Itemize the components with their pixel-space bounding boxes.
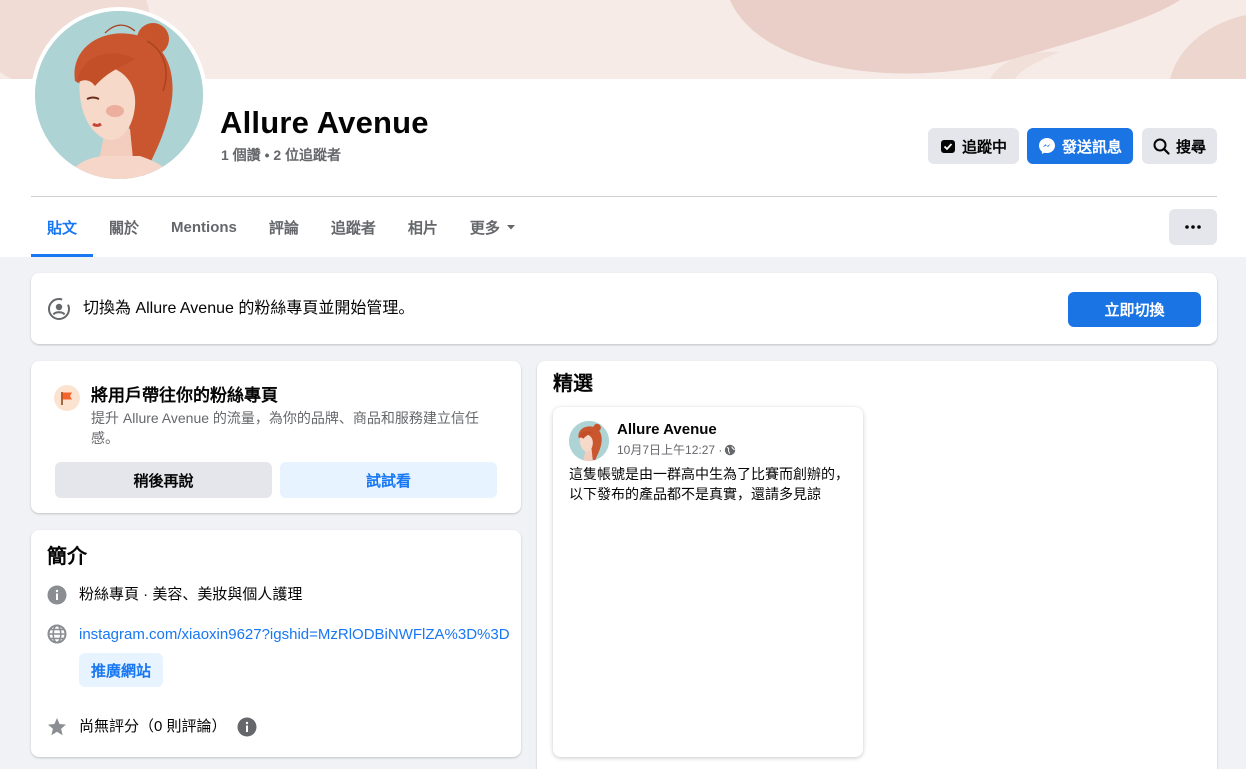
- messenger-icon: [1038, 138, 1055, 154]
- search-icon: [1153, 138, 1170, 155]
- info-icon: [47, 585, 67, 605]
- tab-reviews[interactable]: 評論: [253, 197, 315, 257]
- intro-category: 粉絲專頁 · 美容、美妝與個人護理: [79, 586, 303, 603]
- following-check-icon: [940, 140, 955, 153]
- intro-rating-row: 尚無評分（0 則評論）: [47, 717, 257, 737]
- send-message-button[interactable]: 發送訊息: [1027, 128, 1133, 164]
- page-stats[interactable]: 1 個讚 • 2 位追蹤者: [221, 146, 341, 164]
- page-tabs: 貼文 關於 Mentions 評論 追蹤者 相片 更多: [31, 197, 532, 257]
- intro-website-row: instagram.com/xiaoxin9627?igshid=MzRlODB…: [47, 624, 510, 644]
- rating-info-icon[interactable]: [237, 717, 257, 737]
- ellipsis-icon: [1185, 225, 1201, 229]
- public-globe-icon: [725, 444, 736, 455]
- switch-now-button[interactable]: 立即切換: [1068, 292, 1201, 327]
- following-label: 追蹤中: [961, 138, 1007, 156]
- post-author-avatar[interactable]: [569, 421, 609, 461]
- send-message-label: 發送訊息: [1061, 138, 1122, 156]
- promo-description: 提升 Allure Avenue 的流量，為你的品牌、商品和服務建立信任感。: [91, 410, 479, 446]
- tab-mentions[interactable]: Mentions: [155, 197, 253, 257]
- search-label: 搜尋: [1175, 138, 1206, 156]
- tab-photos[interactable]: 相片: [392, 197, 454, 257]
- switch-profile-banner: 切換為 Allure Avenue 的粉絲專頁並開始管理。 立即切換: [31, 273, 1217, 344]
- post-author-name[interactable]: Allure Avenue: [617, 420, 717, 439]
- page-header: Allure Avenue 1 個讚 • 2 位追蹤者 追蹤中 發送訊息 搜尋: [0, 0, 1246, 257]
- intro-title: 簡介: [47, 546, 87, 568]
- star-icon: [47, 717, 67, 737]
- promo-card: 將用戶帶往你的粉絲專頁 提升 Allure Avenue 的流量，為你的品牌、商…: [31, 361, 521, 513]
- promo-title: 將用戶帶往你的粉絲專頁: [91, 386, 278, 405]
- tab-more[interactable]: 更多: [454, 197, 532, 257]
- featured-card: 精選 Allure Avenue 10月7日上午12:27 · 這隻帳號是由一群…: [537, 361, 1217, 769]
- flag-icon: [54, 385, 80, 411]
- profile-picture[interactable]: [31, 7, 207, 183]
- post-meta: 10月7日上午12:27 ·: [617, 441, 736, 458]
- following-button[interactable]: 追蹤中: [928, 128, 1019, 164]
- more-options-button[interactable]: [1169, 209, 1217, 245]
- tab-posts[interactable]: 貼文: [31, 197, 94, 257]
- post-body: 這隻帳號是由一群高中生為了比賽而創辦的，以下發布的產品都不是真實，還請多見諒: [569, 466, 849, 502]
- search-button[interactable]: 搜尋: [1142, 128, 1217, 164]
- globe-icon: [47, 624, 67, 644]
- tab-followers[interactable]: 追蹤者: [315, 197, 392, 257]
- switch-banner-text: 切換為 Allure Avenue 的粉絲專頁並開始管理。: [83, 300, 415, 317]
- page-title: Allure Avenue: [220, 105, 429, 140]
- caret-down-icon: [506, 225, 515, 230]
- try-it-button[interactable]: 試試看: [280, 462, 497, 498]
- intro-card: 簡介 粉絲專頁 · 美容、美妝與個人護理 instagram.com/xiaox…: [31, 530, 521, 757]
- featured-title: 精選: [553, 373, 593, 395]
- switch-profile-icon: [48, 298, 70, 320]
- tab-about[interactable]: 關於: [93, 197, 155, 257]
- featured-post[interactable]: Allure Avenue 10月7日上午12:27 · 這隻帳號是由一群高中生…: [553, 407, 863, 757]
- rating-text: 尚無評分（0 則評論）: [79, 718, 227, 735]
- website-link[interactable]: instagram.com/xiaoxin9627?igshid=MzRlODB…: [79, 626, 510, 643]
- promote-website-button[interactable]: 推廣網站: [79, 653, 163, 687]
- intro-category-row: 粉絲專頁 · 美容、美妝與個人護理: [47, 585, 302, 605]
- later-button[interactable]: 稍後再說: [55, 462, 272, 498]
- facebook-page: Allure Avenue 1 個讚 • 2 位追蹤者 追蹤中 發送訊息 搜尋: [0, 0, 1246, 769]
- post-timestamp[interactable]: 10月7日上午12:27 ·: [617, 441, 722, 458]
